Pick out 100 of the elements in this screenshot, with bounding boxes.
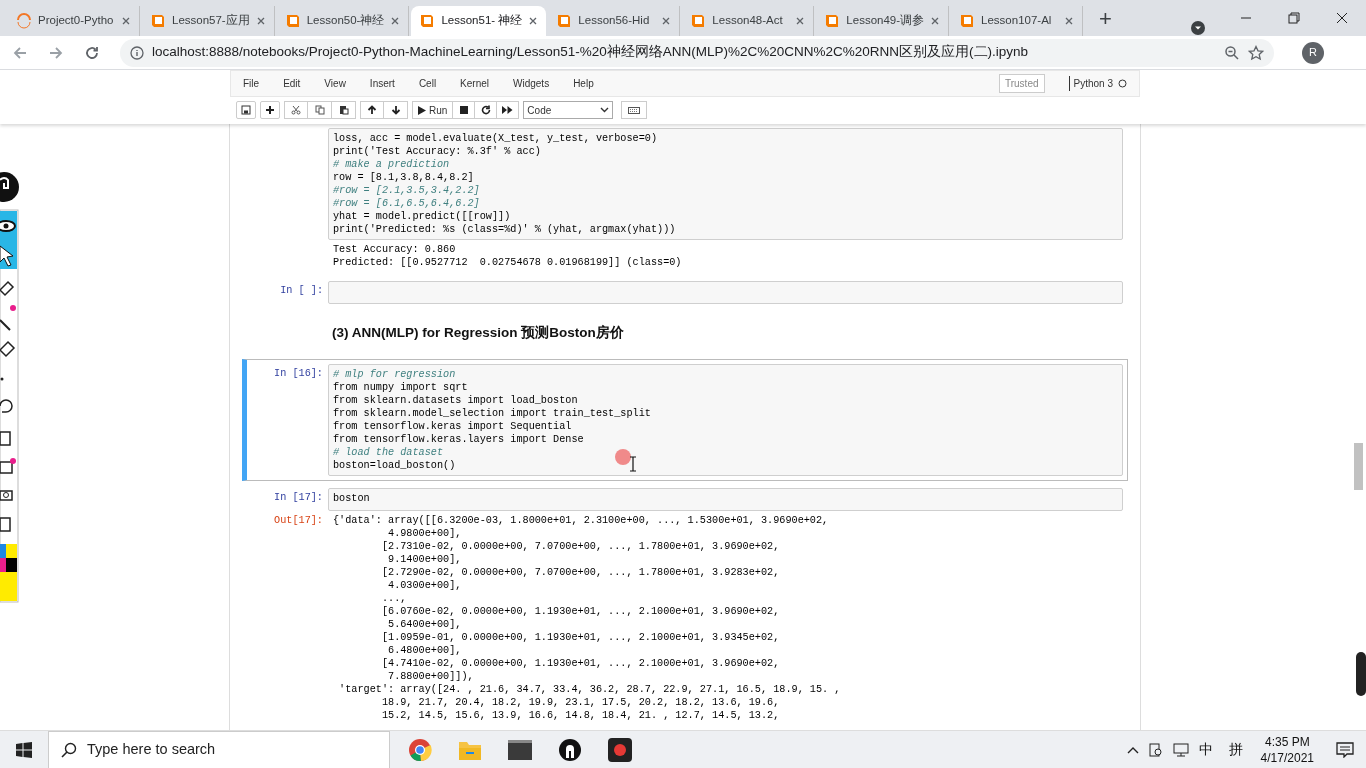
restart-icon <box>480 105 491 115</box>
close-icon[interactable] <box>930 16 941 26</box>
output-line: 7.8800e+00]]), <box>387 670 475 684</box>
cell-type-dropdown[interactable]: Code <box>523 101 614 119</box>
clipboard-icon <box>338 105 349 115</box>
menu-item[interactable]: Widgets <box>513 76 550 91</box>
output-line: 6.4800e+00], <box>387 644 463 658</box>
run-button[interactable]: Run <box>412 101 454 119</box>
restore-icon[interactable] <box>1288 12 1300 24</box>
ime-mode-indicator[interactable]: 拼 <box>1228 739 1243 760</box>
device-icon[interactable] <box>1148 742 1163 757</box>
output-line: 18.9, 21.7, 20.4, 18.2, 19.9, 23.1, 17.5, 20.2, 18.2, 13.6, 19.6, <box>380 696 781 710</box>
zoom-icon[interactable] <box>1224 44 1240 61</box>
output-line: Predicted: [[0.9527712 0.02754678 0.01968199]] (class=0) <box>333 256 683 269</box>
move-up-button[interactable] <box>360 101 384 119</box>
jupyter-logo-icon <box>16 13 32 29</box>
windows-start-icon[interactable] <box>16 741 32 758</box>
menu-item[interactable]: Kernel <box>460 76 489 91</box>
network-icon[interactable] <box>1172 742 1189 757</box>
close-icon[interactable] <box>1064 16 1075 26</box>
pen-circle-icon[interactable] <box>558 737 582 762</box>
address-bar[interactable]: localhost:8888/notebooks/Project0-Python-MachineLearning/Lesson51-%20神经网络ANN(MLP)%2C%20CNN%2C%20RNN区别及应用(二).ipynb <box>120 38 1274 67</box>
move-down-button[interactable] <box>384 101 408 119</box>
notebook-cell[interactable]: In [ ]: <box>242 276 1128 309</box>
close-icon[interactable] <box>390 16 401 26</box>
markdown-heading: (3) ANN(MLP) for Regression 预测Boston房价 <box>331 324 625 342</box>
close-icon[interactable] <box>661 16 672 26</box>
scroll-position-marker <box>1356 652 1366 696</box>
add-cell-button[interactable] <box>260 101 280 119</box>
chrome-icon[interactable] <box>408 737 432 762</box>
output-line: Test Accuracy: 0.860 <box>333 243 457 256</box>
menu-item[interactable]: Edit <box>283 76 301 91</box>
stop-button[interactable] <box>453 101 476 119</box>
info-icon[interactable] <box>130 45 144 60</box>
menu-item[interactable]: Help <box>573 76 594 91</box>
ime-language-indicator[interactable]: 中 <box>1198 739 1213 760</box>
close-icon[interactable] <box>255 16 266 26</box>
input-prompt: In [17]: <box>274 492 323 504</box>
scrollbar-thumb[interactable] <box>1354 443 1363 490</box>
star-icon[interactable] <box>1248 44 1264 61</box>
copy-button[interactable] <box>308 101 332 119</box>
profile-avatar[interactable]: R <box>1302 41 1324 64</box>
code-line: boston <box>333 492 370 506</box>
notification-icon[interactable] <box>1336 741 1354 758</box>
menu-item[interactable]: File <box>243 76 260 91</box>
paste-button[interactable] <box>332 101 356 119</box>
menu-item[interactable]: Cell <box>418 76 437 91</box>
up-arrow-icon <box>367 105 377 115</box>
kernel-idle-icon <box>1118 79 1127 88</box>
book-icon <box>556 13 573 29</box>
code-editor[interactable] <box>328 364 1123 477</box>
menu-item[interactable]: Insert <box>369 76 395 91</box>
restart-button[interactable] <box>475 101 498 119</box>
output-line: 15.2, 14.5, 15.6, 13.9, 16.6, 14.8, 18.4, 21. , 12.7, 14.5, 13.2, <box>380 709 781 723</box>
close-icon[interactable] <box>795 16 806 26</box>
book-icon <box>690 13 707 29</box>
output-line: [4.7410e-02, 0.0000e+00, 1.1930e+01, ..., 2.1000e+01, 3.9690e+02, <box>380 657 781 671</box>
browser-tab[interactable]: Lesson51- 神经 <box>411 6 547 36</box>
close-icon[interactable] <box>121 16 131 26</box>
code-editor[interactable] <box>328 128 1123 240</box>
new-tab-button[interactable]: + <box>1099 8 1112 30</box>
clock-time[interactable]: 4:35 PM <box>1264 733 1310 750</box>
record-icon[interactable] <box>608 737 632 762</box>
cut-button[interactable] <box>284 101 308 119</box>
output-line: [2.7290e-02, 0.0000e+00, 7.0700e+00, ..., 1.7800e+01, 3.9283e+02, <box>380 566 781 580</box>
book-icon <box>284 13 301 29</box>
back-icon[interactable] <box>12 44 28 61</box>
code-line: print('Predicted: %s (class=%d)' % (yhat, argmax(yhat))) <box>333 223 676 236</box>
code-editor[interactable]: boston <box>328 488 1123 512</box>
close-window-icon[interactable] <box>1336 12 1348 24</box>
scissors-icon <box>291 105 301 115</box>
chevron-up-icon[interactable] <box>1126 745 1139 754</box>
code-line: print('Test Accuracy: %.3f' % acc) <box>333 145 541 158</box>
kernel-name: Python 3 <box>1068 76 1113 91</box>
output-line: [1.0959e-01, 0.0000e+00, 1.1930e+01, ..., 2.1000e+01, 3.9345e+02, <box>380 631 781 645</box>
code-comment: #row = [2.1,3.5,3.4,2.2] <box>333 184 480 197</box>
run-all-button[interactable] <box>497 101 520 119</box>
output-line: 5.6400e+00], <box>387 618 463 632</box>
taskbar-search-input[interactable]: Type here to search <box>87 738 377 761</box>
book-icon <box>824 13 841 29</box>
code-line: from numpy import sqrt <box>333 381 468 395</box>
taskbar-search-box[interactable]: Type here to search <box>48 730 390 768</box>
reload-icon[interactable] <box>84 44 100 61</box>
code-line: from sklearn.model_selection import train_test_split <box>333 407 651 421</box>
clock-date[interactable]: 4/17/2021 <box>1260 749 1314 766</box>
trusted-badge[interactable]: Trusted <box>999 74 1045 93</box>
tab-search-icon[interactable] <box>1190 20 1206 36</box>
notebook-cell[interactable] <box>242 359 1128 482</box>
code-line: yhat = model.predict([[row]]) <box>333 210 511 223</box>
terminal-icon[interactable] <box>508 739 532 760</box>
output-prompt: Out[17]: <box>274 515 323 527</box>
close-icon[interactable] <box>528 16 539 26</box>
output-line: ..., <box>380 592 408 606</box>
output-line: 9.1400e+00], <box>387 553 463 567</box>
command-palette-button[interactable] <box>621 101 648 119</box>
menu-item[interactable]: View <box>324 76 346 91</box>
forward-icon[interactable] <box>48 44 64 61</box>
code-line: from sklearn.datasets import load_boston <box>333 394 578 408</box>
save-button[interactable] <box>236 101 256 119</box>
keyboard-icon <box>628 106 641 114</box>
